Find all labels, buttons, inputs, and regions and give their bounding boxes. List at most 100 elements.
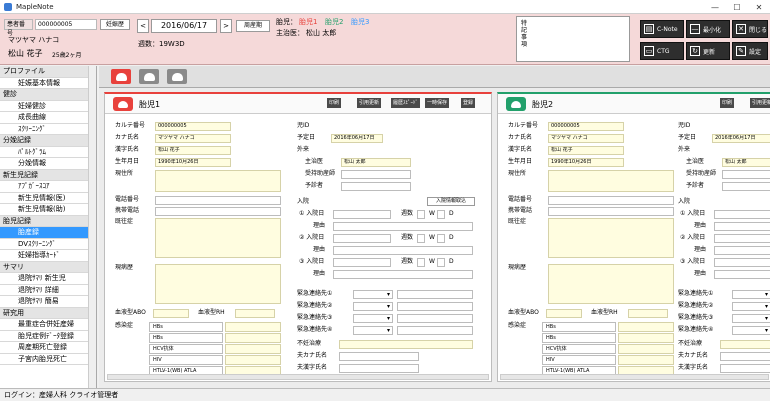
phone-field-2[interactable] bbox=[548, 196, 674, 205]
infertility-field-2[interactable] bbox=[720, 340, 770, 349]
update-button[interactable]: ↻ 更新 bbox=[686, 42, 730, 60]
ctg-button[interactable]: ▭ CTG bbox=[640, 42, 684, 60]
settings-button[interactable]: ✎ 設定 bbox=[732, 42, 768, 60]
sidebar-item[interactable]: ﾊﾟﾙﾄｸﾞﾗﾑ bbox=[0, 147, 96, 158]
fetus2-link[interactable]: 胎児2 bbox=[325, 17, 343, 27]
infection-result[interactable] bbox=[225, 355, 281, 365]
sidebar-item[interactable]: 分娩情報 bbox=[0, 158, 96, 170]
midwife-field[interactable] bbox=[341, 170, 411, 179]
reason-3-field[interactable] bbox=[333, 270, 473, 279]
date-field[interactable]: 2016/06/17 bbox=[151, 19, 217, 33]
maximize-button[interactable]: ☐ bbox=[726, 0, 748, 14]
infertility-field[interactable] bbox=[339, 340, 473, 349]
blood-abo-field-2[interactable] bbox=[546, 309, 582, 318]
reason-1-field[interactable] bbox=[333, 222, 473, 231]
infection-result[interactable] bbox=[618, 344, 674, 354]
mobile-field[interactable] bbox=[155, 207, 281, 216]
next-date-button[interactable]: > bbox=[220, 19, 232, 33]
doctor-field-2[interactable]: 松山 太郎 bbox=[722, 158, 770, 167]
nurse-field-2[interactable] bbox=[722, 182, 770, 191]
phone-field[interactable] bbox=[155, 196, 281, 205]
kana-field-2[interactable]: マツヤマ ハナコ bbox=[548, 134, 624, 143]
tab-fetus3[interactable] bbox=[167, 69, 187, 84]
emergency-contact-select[interactable]: ▾ bbox=[353, 326, 393, 335]
weeks-3-w-field[interactable] bbox=[417, 258, 425, 267]
emergency-contact-field[interactable] bbox=[397, 326, 473, 335]
close-window-button[interactable]: ✕ bbox=[748, 0, 770, 14]
sidebar-item[interactable]: 最重症合併妊産婦 bbox=[0, 319, 96, 331]
sidebar-scrollbar[interactable] bbox=[88, 66, 96, 388]
history-button[interactable]: 履歴ｽﾋﾟｰﾄﾞ bbox=[391, 98, 421, 108]
emergency-contact-select[interactable]: ▾ bbox=[732, 314, 770, 323]
emergency-contact-select[interactable]: ▾ bbox=[732, 326, 770, 335]
sidebar-item[interactable]: 成長曲線 bbox=[0, 112, 96, 124]
minimize-button[interactable]: — bbox=[704, 0, 726, 14]
infection-result[interactable] bbox=[225, 322, 281, 332]
admission-date-3[interactable] bbox=[333, 258, 391, 267]
sidebar-item[interactable]: 新生児情報(医) bbox=[0, 193, 96, 204]
cite-update-button-2[interactable]: 引用更新 bbox=[750, 98, 770, 108]
weeks-2-w-field[interactable] bbox=[417, 234, 425, 243]
history-field[interactable] bbox=[155, 218, 281, 258]
birth-field[interactable]: 1990年10月26日 bbox=[155, 158, 231, 167]
sidebar-item[interactable]: ｱﾌﾟｶﾞｰｽｺｱ bbox=[0, 181, 96, 193]
karte-field-2[interactable]: 000000005 bbox=[548, 122, 624, 131]
karte-field[interactable]: 000000005 bbox=[155, 122, 231, 131]
kanji-field[interactable]: 松山 花子 bbox=[155, 146, 231, 155]
blood-abo-field[interactable] bbox=[153, 309, 189, 318]
sidebar-item[interactable]: 子宮内胎児死亡 bbox=[0, 354, 96, 365]
address-field-2[interactable] bbox=[548, 170, 674, 192]
emergency-contact-select[interactable]: ▾ bbox=[353, 314, 393, 323]
fetus1-link[interactable]: 胎児1 bbox=[299, 17, 317, 27]
sidebar-item[interactable]: 妊婦健診 bbox=[0, 101, 96, 112]
infection-result[interactable] bbox=[225, 333, 281, 343]
weeks-1-d-field[interactable] bbox=[437, 210, 445, 219]
sidebar-item[interactable]: 胎産録 bbox=[0, 227, 96, 239]
midwife-field-2[interactable] bbox=[722, 170, 770, 179]
emergency-contact-select[interactable]: ▾ bbox=[732, 290, 770, 299]
reason-2-field-2[interactable] bbox=[714, 246, 770, 255]
emergency-contact-field[interactable] bbox=[397, 314, 473, 323]
memo-box[interactable]: 特記事項 bbox=[516, 16, 630, 62]
admission-date-2[interactable] bbox=[333, 234, 391, 243]
panel2-hscroll[interactable] bbox=[500, 374, 769, 380]
admission-date-2-2[interactable] bbox=[714, 234, 770, 243]
minimize-app-button[interactable]: — 最小化 bbox=[686, 20, 730, 38]
husband-kanji-field-2[interactable] bbox=[720, 364, 770, 373]
print-button[interactable]: 印刷 bbox=[327, 98, 342, 108]
admission-import-button[interactable]: 入院情報取込 bbox=[427, 197, 475, 206]
sidebar-item[interactable]: 妊娠基本情報 bbox=[0, 78, 96, 89]
sidebar-item[interactable]: ｽｸﾘｰﾆﾝｸﾞ bbox=[0, 124, 96, 135]
nurse-field[interactable] bbox=[341, 182, 411, 191]
emergency-contact-field[interactable] bbox=[397, 302, 473, 311]
prev-date-button[interactable]: < bbox=[137, 19, 149, 33]
admission-date-3-2[interactable] bbox=[714, 258, 770, 267]
due-date-field[interactable]: 2016年06月17日 bbox=[331, 134, 383, 143]
birth-field-2[interactable]: 1990年10月26日 bbox=[548, 158, 624, 167]
husband-kanji-field[interactable] bbox=[339, 364, 419, 373]
temp-save-button[interactable]: 一時保存 bbox=[425, 98, 450, 108]
infection-result[interactable] bbox=[618, 355, 674, 365]
sidebar-item[interactable]: 周産期死亡登録 bbox=[0, 342, 96, 354]
sidebar-item[interactable]: DVｽｸﾘｰﾆﾝｸﾞ bbox=[0, 239, 96, 250]
admission-date-1-2[interactable] bbox=[714, 210, 770, 219]
sidebar-item[interactable]: 胎児症例ﾃﾞｰﾀ登録 bbox=[0, 331, 96, 342]
cnote-button[interactable]: ▤ C-Note bbox=[640, 20, 684, 38]
panel1-hscroll[interactable] bbox=[107, 374, 489, 380]
address-field[interactable] bbox=[155, 170, 281, 192]
blood-rh-field[interactable] bbox=[235, 309, 275, 318]
close-app-button[interactable]: ✕ 閉じる bbox=[732, 20, 768, 38]
tab-fetus2[interactable] bbox=[139, 69, 159, 84]
infection-result[interactable] bbox=[618, 322, 674, 332]
kana-field[interactable]: マツヤマ ハナコ bbox=[155, 134, 231, 143]
admission-date-1[interactable] bbox=[333, 210, 391, 219]
sidebar-item[interactable]: 退院ｻﾏﾘ 新生児 bbox=[0, 273, 96, 285]
sidebar-item[interactable]: 退院ｻﾏﾘ 簡易 bbox=[0, 296, 96, 308]
sidebar-item[interactable]: 妊婦指導ｶｰﾄﾞ bbox=[0, 250, 96, 262]
infection-result[interactable] bbox=[225, 344, 281, 354]
perinatal-button[interactable]: 周産期 bbox=[236, 20, 270, 32]
print-button-2[interactable]: 印刷 bbox=[720, 98, 735, 108]
infection-result[interactable] bbox=[618, 333, 674, 343]
register-button[interactable]: 登録 bbox=[461, 98, 476, 108]
emergency-contact-select[interactable]: ▾ bbox=[353, 290, 393, 299]
